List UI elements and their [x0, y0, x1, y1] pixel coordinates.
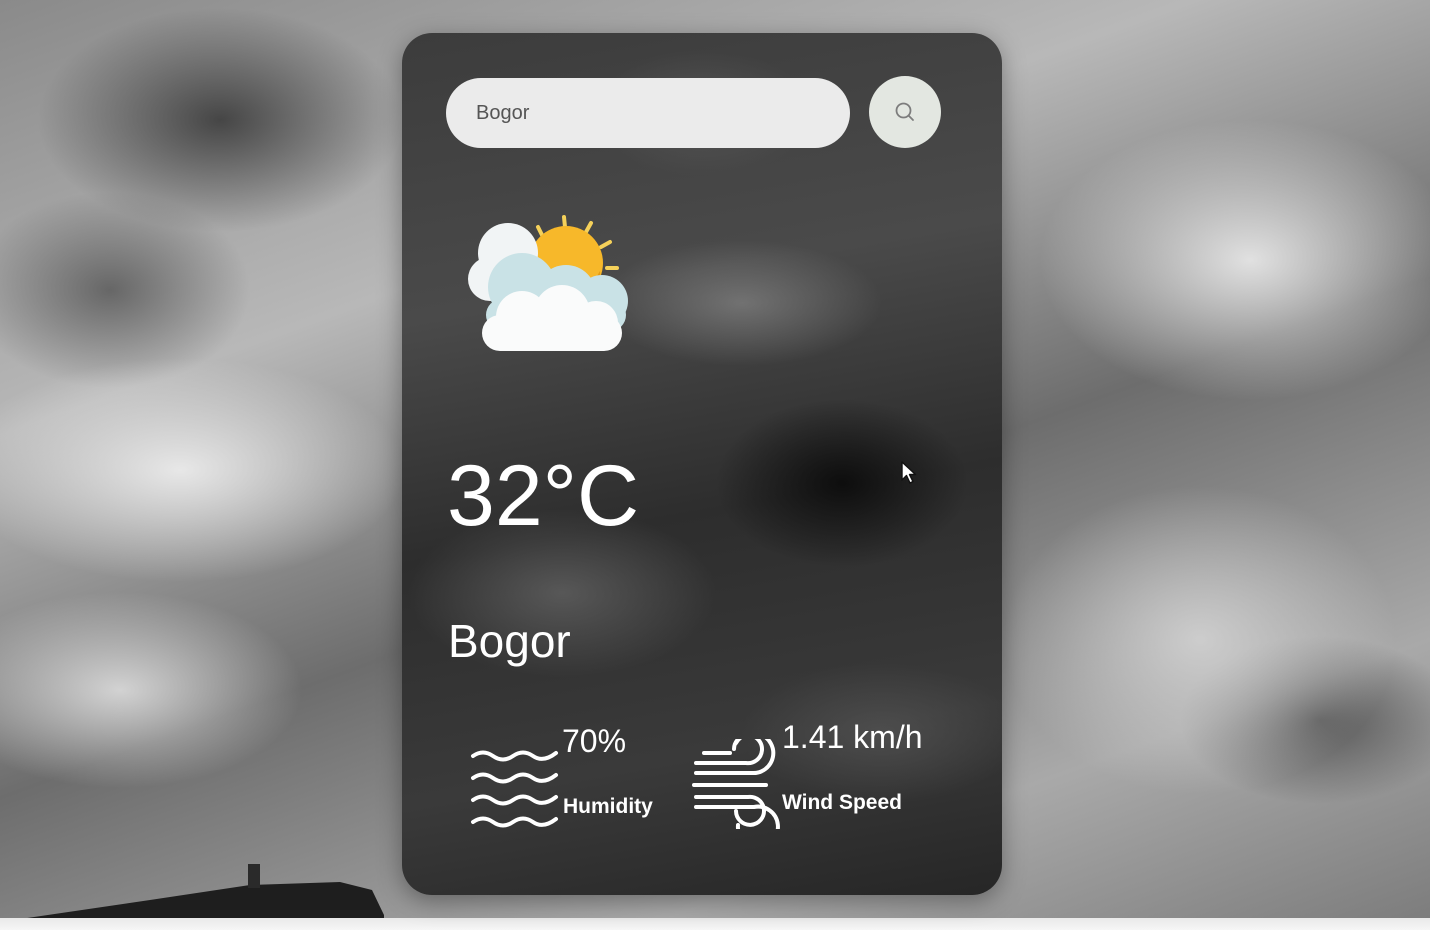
city-name: Bogor — [448, 615, 571, 667]
search-input[interactable] — [446, 78, 850, 148]
search-icon — [895, 102, 914, 121]
humidity-label: Humidity — [563, 795, 653, 818]
humidity-value: 70% — [562, 723, 627, 759]
temperature-display: 32°C — [447, 448, 640, 544]
mouse-cursor-icon — [901, 461, 917, 484]
wind-speed-label: Wind Speed — [782, 791, 902, 814]
wind-icon — [692, 739, 780, 829]
desktop-background: 32°C Bogor 70% Humidity 1.41 km/h Wind S — [0, 0, 1430, 930]
search-button[interactable] — [869, 76, 941, 148]
wind-speed-value: 1.41 km/h — [782, 719, 923, 755]
screen-bezel-strip — [0, 918, 1430, 930]
humidity-waves-icon — [471, 750, 558, 828]
partly-cloudy-sun-icon — [468, 215, 628, 351]
